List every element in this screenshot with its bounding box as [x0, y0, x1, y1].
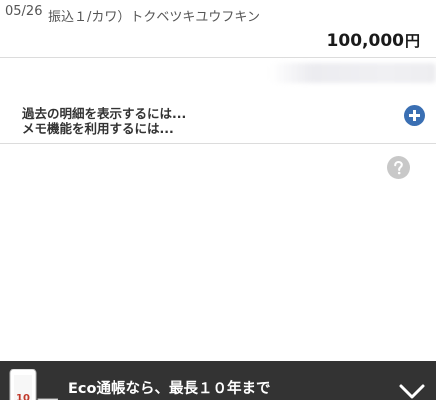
- amount-value: 100,000: [326, 31, 404, 51]
- divider: [0, 143, 436, 144]
- past-details-link[interactable]: 過去の明細を表示するには...: [22, 106, 186, 121]
- amount-unit: 円: [404, 32, 420, 50]
- expand-button[interactable]: [404, 105, 425, 126]
- promo-banner[interactable]: 10 Eco通帳なら、最長１０年まで: [0, 361, 436, 400]
- transaction-amount: 100,000円: [327, 30, 420, 51]
- help-button[interactable]: [387, 156, 410, 179]
- banner-text: Eco通帳なら、最長１０年まで: [68, 381, 271, 397]
- transaction-description: 振込１/カワ）トクベツキユウフキン: [48, 10, 260, 25]
- info-links: 過去の明細を表示するには... メモ機能を利用するには...: [22, 106, 186, 136]
- chevron-down-icon[interactable]: [398, 383, 426, 400]
- banner-graphic-number: 10: [16, 393, 30, 400]
- question-mark-icon: [394, 160, 403, 175]
- passbook-phone-icon: 10: [9, 369, 58, 400]
- memo-feature-link[interactable]: メモ機能を利用するには...: [22, 121, 186, 136]
- divider: [0, 57, 436, 58]
- blurred-content: [270, 63, 436, 83]
- transaction-date: 05/26: [5, 4, 43, 19]
- plus-icon: [409, 110, 420, 121]
